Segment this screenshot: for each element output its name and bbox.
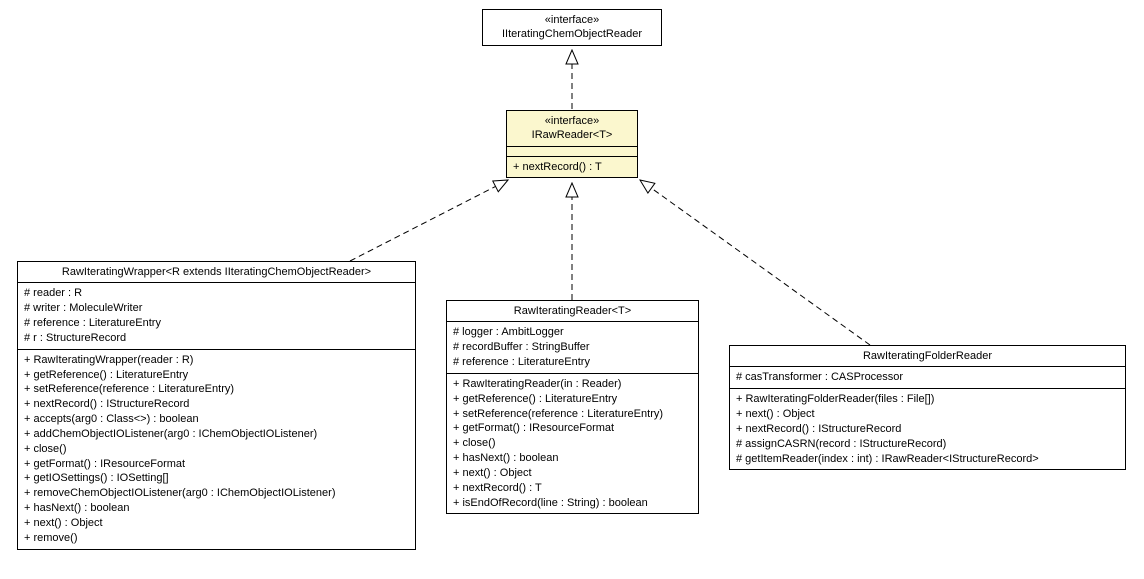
class-name: IRawReader<T> [513,128,631,142]
class-name: IIteratingChemObjectReader [489,27,655,41]
field-label: # casTransformer : CASProcessor [736,370,1119,385]
field-label: # reference : LiteratureEntry [24,316,409,331]
field-label: # logger : AmbitLogger [453,325,692,340]
method-label: + getFormat() : IResourceFormat [453,421,692,436]
class-iraw-reader: «interface» IRawReader<T> + nextRecord()… [506,110,638,178]
method-label: + isEndOfRecord(line : String) : boolean [453,496,692,511]
method-label: + removeChemObjectIOListener(arg0 : IChe… [24,486,409,501]
method-label: + RawIteratingFolderReader(files : File[… [736,392,1119,407]
method-label: + getIOSettings() : IOSetting[] [24,471,409,486]
stereotype-label: «interface» [513,114,631,128]
method-label: # getItemReader(index : int) : IRawReade… [736,452,1119,467]
method-label: + hasNext() : boolean [24,501,409,516]
method-label: + remove() [24,531,409,546]
method-label: + next() : Object [736,407,1119,422]
method-label: + accepts(arg0 : Class<>) : boolean [24,412,409,427]
class-name: RawIteratingReader<T> [453,304,692,318]
method-label: + setReference(reference : LiteratureEnt… [24,382,409,397]
field-label: # reference : LiteratureEntry [453,355,692,370]
class-raw-iterating-reader: RawIteratingReader<T> # logger : AmbitLo… [446,300,699,514]
method-label: + nextRecord() : IStructureRecord [24,397,409,412]
method-label: + addChemObjectIOListener(arg0 : IChemOb… [24,427,409,442]
method-label: + close() [453,436,692,451]
method-label: + getReference() : LiteratureEntry [24,368,409,383]
method-label: + next() : Object [453,466,692,481]
uml-canvas: «interface» IIteratingChemObjectReader «… [0,0,1144,579]
class-name: RawIteratingWrapper<R extends IIterating… [24,265,409,279]
method-label: + close() [24,442,409,457]
method-label: + nextRecord() : IStructureRecord [736,422,1119,437]
method-label: + getFormat() : IResourceFormat [24,457,409,472]
method-label: + setReference(reference : LiteratureEnt… [453,407,692,422]
method-label: + next() : Object [24,516,409,531]
method-label: + RawIteratingReader(in : Reader) [453,377,692,392]
class-raw-iterating-wrapper: RawIteratingWrapper<R extends IIterating… [17,261,416,550]
field-label: # reader : R [24,286,409,301]
class-iiterating-chem-object-reader: «interface» IIteratingChemObjectReader [482,9,662,46]
method-label: + nextRecord() : T [513,160,631,175]
empty-fields-section [507,147,637,157]
field-label: # writer : MoleculeWriter [24,301,409,316]
method-label: + hasNext() : boolean [453,451,692,466]
field-label: # r : StructureRecord [24,331,409,346]
method-label: # assignCASRN(record : IStructureRecord) [736,437,1119,452]
field-label: # recordBuffer : StringBuffer [453,340,692,355]
method-label: + RawIteratingWrapper(reader : R) [24,353,409,368]
class-raw-iterating-folder-reader: RawIteratingFolderReader # casTransforme… [729,345,1126,470]
method-label: + getReference() : LiteratureEntry [453,392,692,407]
class-name: RawIteratingFolderReader [736,349,1119,363]
stereotype-label: «interface» [489,13,655,27]
method-label: + nextRecord() : T [453,481,692,496]
